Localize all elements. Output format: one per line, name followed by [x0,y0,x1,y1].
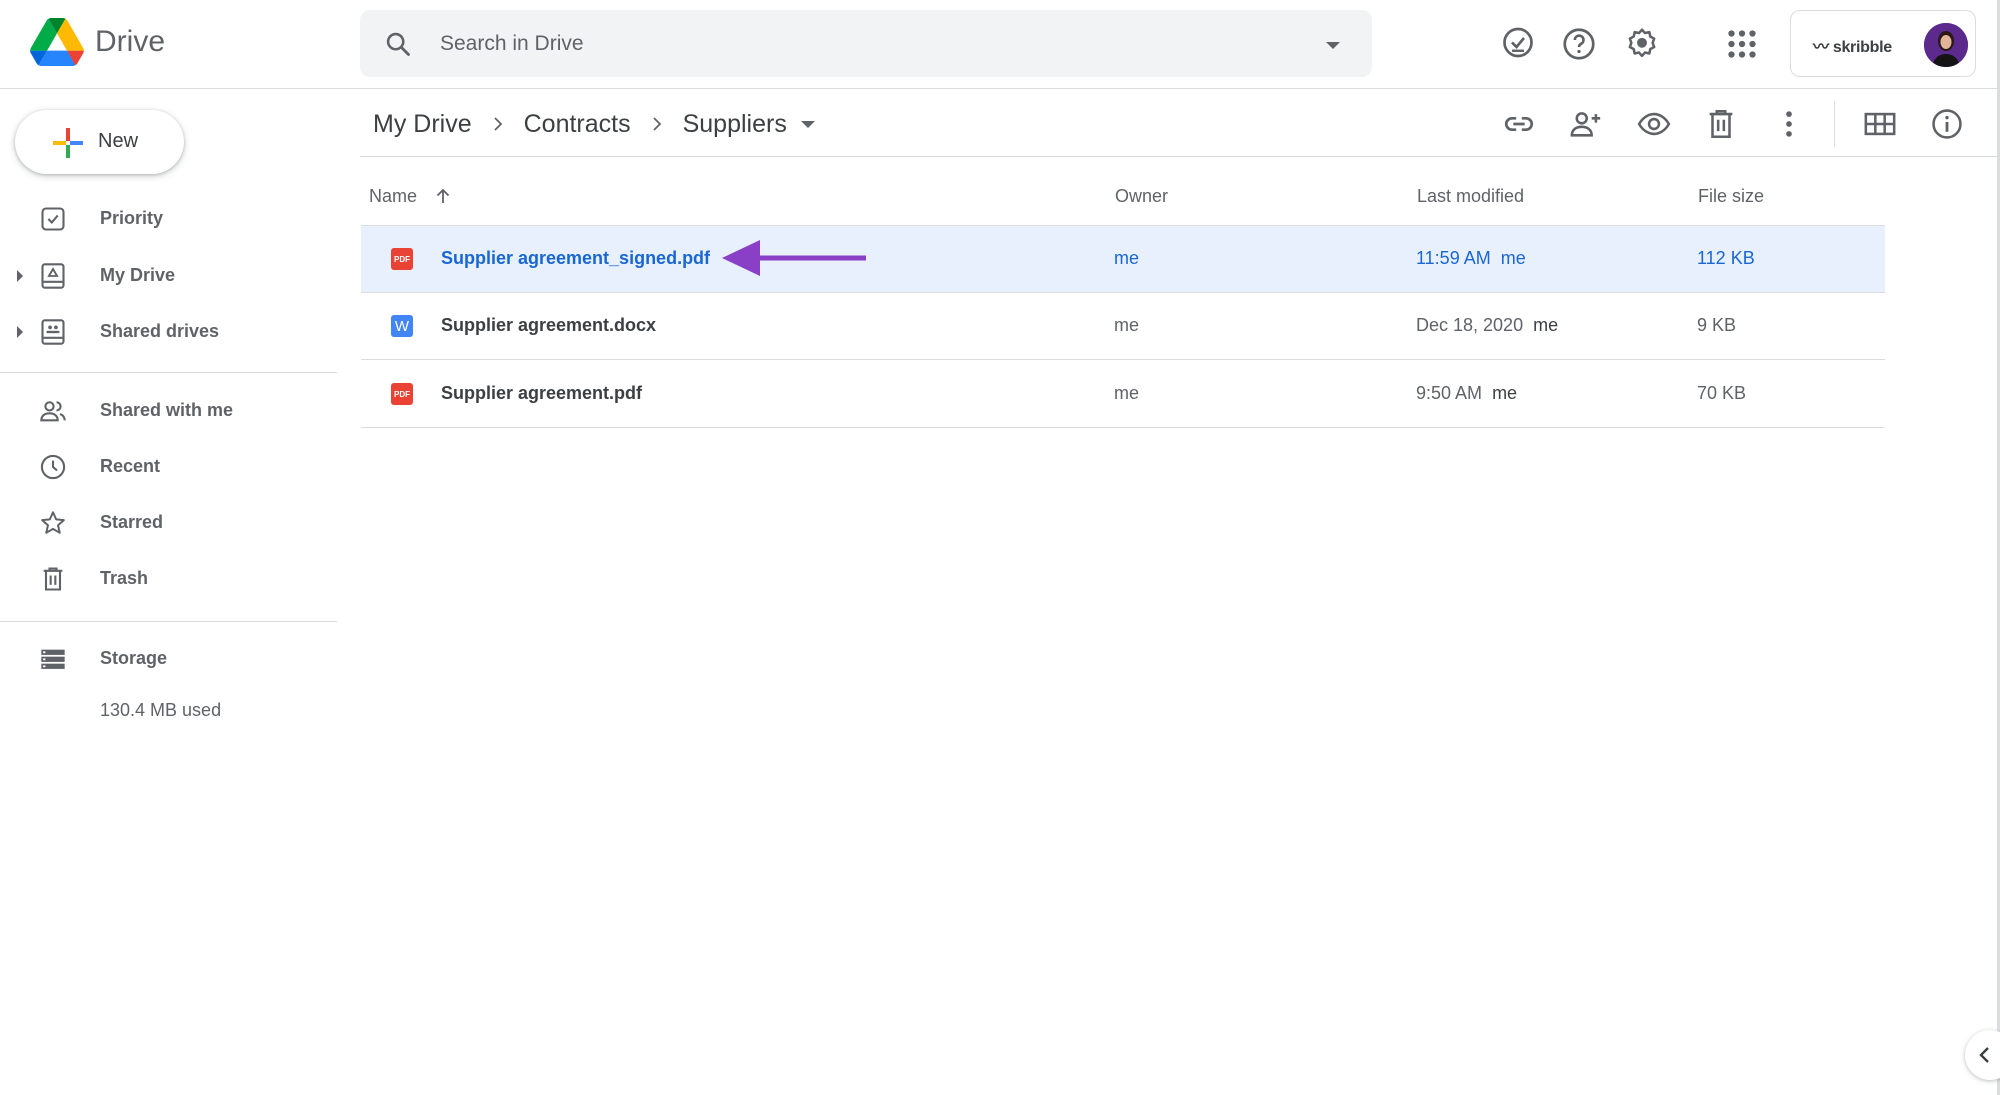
side-panel-toggle-button[interactable] [1965,1030,2000,1080]
file-owner: me [1114,383,1140,403]
toolbar-divider-line [360,156,2000,157]
sidebar-item-label: Priority [100,208,164,228]
more-actions-icon[interactable] [1772,107,1806,141]
new-button[interactable]: New [15,110,184,174]
sidebar-item-priority[interactable]: Priority [0,194,337,244]
search-icon[interactable] [384,30,412,58]
storage-icon [41,649,65,669]
pdf-file-icon: PDF [391,248,413,270]
header: Drive 〰 skribble [0,0,2000,89]
settings-icon[interactable] [1624,26,1660,62]
preview-icon[interactable] [1637,107,1671,141]
new-button-label: New [98,130,139,152]
sidebar-item-label: Recent [100,456,161,476]
word-file-icon: W [391,315,413,337]
column-header-file-size[interactable]: File size [1698,186,1764,207]
file-owner: me [1114,248,1140,268]
breadcrumb-item[interactable]: My Drive [373,110,472,139]
toolbar-divider [1834,101,1835,147]
trash-icon [43,567,63,591]
chevron-right-icon [493,117,502,131]
organization-logo: 〰 skribble [1813,39,1892,56]
table-row[interactable]: PDF Supplier agreement_signed.pdf me 11:… [361,226,1885,293]
account-switcher[interactable]: 〰 skribble [1790,10,1976,77]
expand-arrow-icon[interactable] [17,270,23,282]
sidebar-item-shared-drives[interactable]: Shared drives [0,307,337,357]
file-name[interactable]: Supplier agreement.docx [441,315,656,336]
sidebar-item-recent[interactable]: Recent [0,442,337,492]
search-bar[interactable] [360,10,1372,77]
breadcrumb-item[interactable]: Contracts [524,110,631,139]
search-input[interactable] [440,28,1300,60]
column-header-name[interactable]: Name [369,186,452,207]
folder-menu-dropdown-icon[interactable] [800,120,815,128]
file-name[interactable]: Supplier agreement.pdf [441,383,642,404]
file-size: 70 KB [1697,383,1747,403]
grid-view-icon[interactable] [1863,107,1897,141]
search-options-icon[interactable] [1326,42,1340,49]
sidebar-item-shared-with-me[interactable]: Shared with me [0,386,337,436]
sidebar-item-my-drive[interactable]: My Drive [0,251,337,301]
sidebar-item-trash[interactable]: Trash [0,554,337,604]
file-size: 9 KB [1697,315,1737,335]
file-last-modified: 9:50 AM me [1416,383,1518,403]
sidebar-item-label: Shared drives [100,321,220,341]
sidebar-item-label: Starred [100,512,164,532]
clock-icon [40,454,66,480]
file-name[interactable]: Supplier agreement_signed.pdf [441,248,710,269]
sidebar-divider [0,621,337,622]
drive-logo-icon[interactable] [30,18,84,66]
apps-grid-icon[interactable] [1724,26,1760,62]
share-icon[interactable] [1569,107,1603,141]
chevron-right-icon [652,117,661,131]
star-icon [41,511,65,534]
app-title: Drive [95,25,166,58]
remove-icon[interactable] [1704,107,1738,141]
file-last-modified: 11:59 AM me [1416,248,1526,268]
pdf-file-icon: PDF [391,383,413,405]
storage-used-text: 130.4 MB used [100,700,222,720]
help-icon[interactable] [1561,26,1597,62]
column-header-owner[interactable]: Owner [1115,186,1168,207]
annotation-arrow-icon [722,240,866,276]
shared-with-me-icon [40,401,66,422]
sidebar-item-label: Storage [100,648,168,668]
chevron-left-icon [1979,1047,1989,1063]
file-owner: me [1114,315,1140,335]
sidebar-item-label: My Drive [100,265,176,285]
table-row[interactable]: W Supplier agreement.docx me Dec 18, 202… [361,293,1885,360]
view-details-icon[interactable] [1930,107,1964,141]
column-header-last-modified[interactable]: Last modified [1417,186,1524,207]
shared-drives-icon [41,319,65,345]
file-size: 112 KB [1697,248,1755,268]
breadcrumb: My Drive Contracts Suppliers [373,107,815,141]
sidebar-divider [0,372,337,373]
sidebar-item-label: Shared with me [100,400,234,420]
table-row[interactable]: PDF Supplier agreement.pdf me 9:50 AM me… [361,361,1885,428]
breadcrumb-current[interactable]: Suppliers [683,110,787,139]
expand-arrow-icon[interactable] [17,326,23,338]
sort-ascending-icon[interactable] [434,187,452,205]
plus-icon [53,128,83,158]
file-last-modified: Dec 18, 2020 me [1416,315,1559,335]
priority-icon [41,207,65,231]
sidebar-item-label: Trash [100,568,149,588]
avatar[interactable] [1924,23,1968,67]
avatar-photo-icon [1924,23,1968,67]
ready-for-offline-icon[interactable] [1500,26,1536,62]
sidebar-item-storage[interactable]: Storage [0,634,337,684]
skribble-wave-icon: 〰 [1813,39,1829,56]
sidebar-item-starred[interactable]: Starred [0,498,337,548]
my-drive-icon [41,263,65,289]
get-link-icon[interactable] [1502,107,1536,141]
